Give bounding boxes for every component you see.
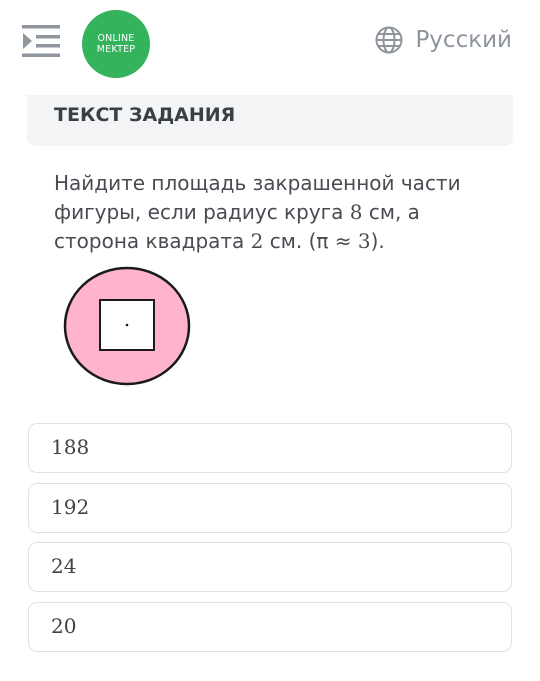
answer-label: 20 xyxy=(51,614,77,638)
question-part-3: см. (π ≈ xyxy=(263,229,358,253)
task-header: ТЕКСТ ЗАДАНИЯ xyxy=(27,95,513,146)
language-label: Русский xyxy=(415,27,512,53)
logo-line-2: MEKTEP xyxy=(96,44,136,55)
question-text: Найдите площадь закрашенной части фигуры… xyxy=(54,169,504,256)
task-header-title: ТЕКСТ ЗАДАНИЯ xyxy=(54,104,236,126)
answer-label: 24 xyxy=(51,554,77,578)
top-bar: ONLINE MEKTEP Русский xyxy=(0,0,540,88)
side-value: 2 xyxy=(250,229,264,253)
language-selector[interactable]: Русский xyxy=(375,26,512,54)
menu-collapse-icon[interactable] xyxy=(22,24,62,58)
answer-option[interactable]: 24 xyxy=(28,542,512,592)
circle-square-figure xyxy=(63,266,191,386)
answer-option[interactable]: 192 xyxy=(28,483,512,533)
answer-label: 192 xyxy=(51,495,90,519)
question-part-4: ). xyxy=(370,229,385,253)
pi-value: 3 xyxy=(357,229,371,253)
answer-option[interactable]: 188 xyxy=(28,423,512,473)
figure-center-dot xyxy=(125,323,129,327)
globe-icon xyxy=(375,26,403,54)
logo-line-1: ONLINE xyxy=(97,33,135,44)
answer-option[interactable]: 20 xyxy=(28,602,512,652)
answer-label: 188 xyxy=(51,435,90,459)
radius-value: 8 xyxy=(349,200,363,224)
online-mektep-logo[interactable]: ONLINE MEKTEP xyxy=(82,10,150,78)
